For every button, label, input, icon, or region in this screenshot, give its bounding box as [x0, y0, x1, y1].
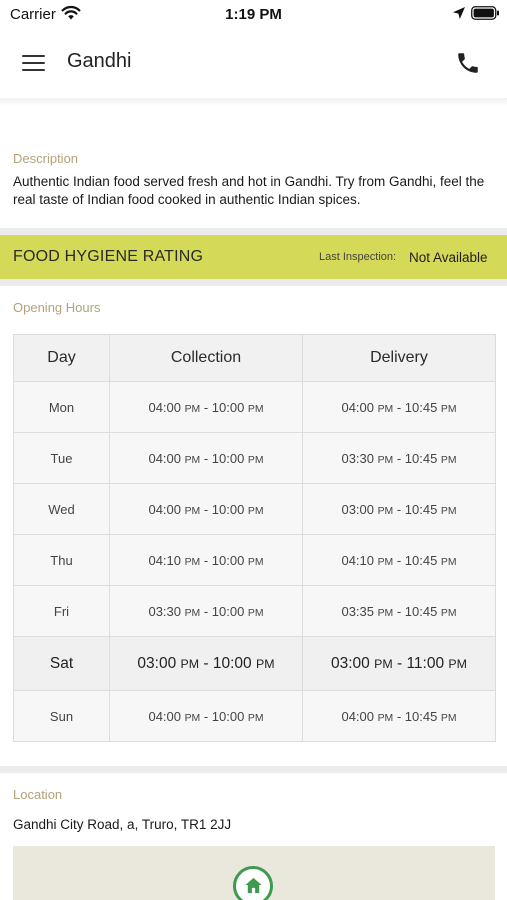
day-cell: Sun: [13, 690, 110, 742]
collection-cell: 04:00 PM - 10:00 PM: [109, 432, 303, 484]
nav-bar: Gandhi: [0, 30, 507, 98]
opening-hours-label: Opening Hours: [13, 300, 101, 315]
day-cell: Fri: [13, 585, 110, 637]
day-cell: Wed: [13, 483, 110, 535]
collection-cell: 04:00 PM - 10:00 PM: [109, 690, 303, 742]
status-bar: Carrier 1:19 PM: [0, 0, 507, 30]
day-cell: Sat: [13, 636, 110, 691]
header-delivery: Delivery: [302, 334, 496, 382]
header-day: Day: [13, 334, 110, 382]
delivery-cell: 03:00 PM - 11:00 PM: [302, 636, 496, 691]
description-text: Authentic Indian food served fresh and h…: [13, 174, 485, 207]
location-address: Gandhi City Road, a, Truro, TR1 2JJ: [13, 817, 232, 832]
opening-hours-table: Day Collection Delivery Mon 04:00 PM - 1…: [13, 334, 496, 742]
collection-cell: 04:00 PM - 10:00 PM: [109, 381, 303, 433]
phone-icon[interactable]: [455, 50, 481, 76]
day-cell: Thu: [13, 534, 110, 586]
table-row: Fri 03:30 PM - 10:00 PM 03:35 PM - 10:45…: [13, 585, 496, 637]
day-cell: Tue: [13, 432, 110, 484]
collection-cell: 03:00 PM - 10:00 PM: [109, 636, 303, 691]
table-header-row: Day Collection Delivery: [13, 334, 496, 382]
collection-cell: 04:00 PM - 10:00 PM: [109, 483, 303, 535]
delivery-cell: 03:00 PM - 10:45 PM: [302, 483, 496, 535]
description-label: Description: [13, 151, 79, 166]
table-row-current-day: Sat 03:00 PM - 10:00 PM 03:00 PM - 11:00…: [13, 636, 496, 691]
hygiene-rating-bar: FOOD HYGIENE RATING Last Inspection: Not…: [0, 235, 507, 279]
section-divider: [0, 766, 507, 773]
delivery-cell: 04:00 PM - 10:45 PM: [302, 381, 496, 433]
home-icon: [245, 877, 262, 894]
location-map[interactable]: [13, 846, 495, 900]
table-row: Tue 04:00 PM - 10:00 PM 03:30 PM - 10:45…: [13, 432, 496, 484]
last-inspection-value: Not Available: [409, 250, 488, 265]
page-title: Gandhi: [67, 50, 132, 72]
table-row: Thu 04:10 PM - 10:00 PM 04:10 PM - 10:45…: [13, 534, 496, 586]
status-time: 1:19 PM: [225, 6, 282, 23]
location-label: Location: [13, 787, 63, 802]
header-collection: Collection: [109, 334, 303, 382]
hamburger-menu-icon[interactable]: [22, 53, 46, 73]
table-row: Sun 04:00 PM - 10:00 PM 04:00 PM - 10:45…: [13, 690, 496, 742]
location-arrow-icon: [453, 7, 465, 19]
table-row: Wed 04:00 PM - 10:00 PM 03:00 PM - 10:45…: [13, 483, 496, 535]
nav-shadow: [0, 98, 507, 106]
day-cell: Mon: [13, 381, 110, 433]
collection-cell: 03:30 PM - 10:00 PM: [109, 585, 303, 637]
last-inspection-label: Last Inspection:: [319, 251, 397, 263]
delivery-cell: 04:00 PM - 10:45 PM: [302, 690, 496, 742]
map-pin[interactable]: [233, 866, 273, 900]
hygiene-rating-title: FOOD HYGIENE RATING: [13, 248, 204, 265]
delivery-cell: 03:30 PM - 10:45 PM: [302, 432, 496, 484]
table-row: Mon 04:00 PM - 10:00 PM 04:00 PM - 10:45…: [13, 381, 496, 433]
delivery-cell: 04:10 PM - 10:45 PM: [302, 534, 496, 586]
collection-cell: 04:10 PM - 10:00 PM: [109, 534, 303, 586]
delivery-cell: 03:35 PM - 10:45 PM: [302, 585, 496, 637]
battery-icon: [471, 6, 499, 20]
